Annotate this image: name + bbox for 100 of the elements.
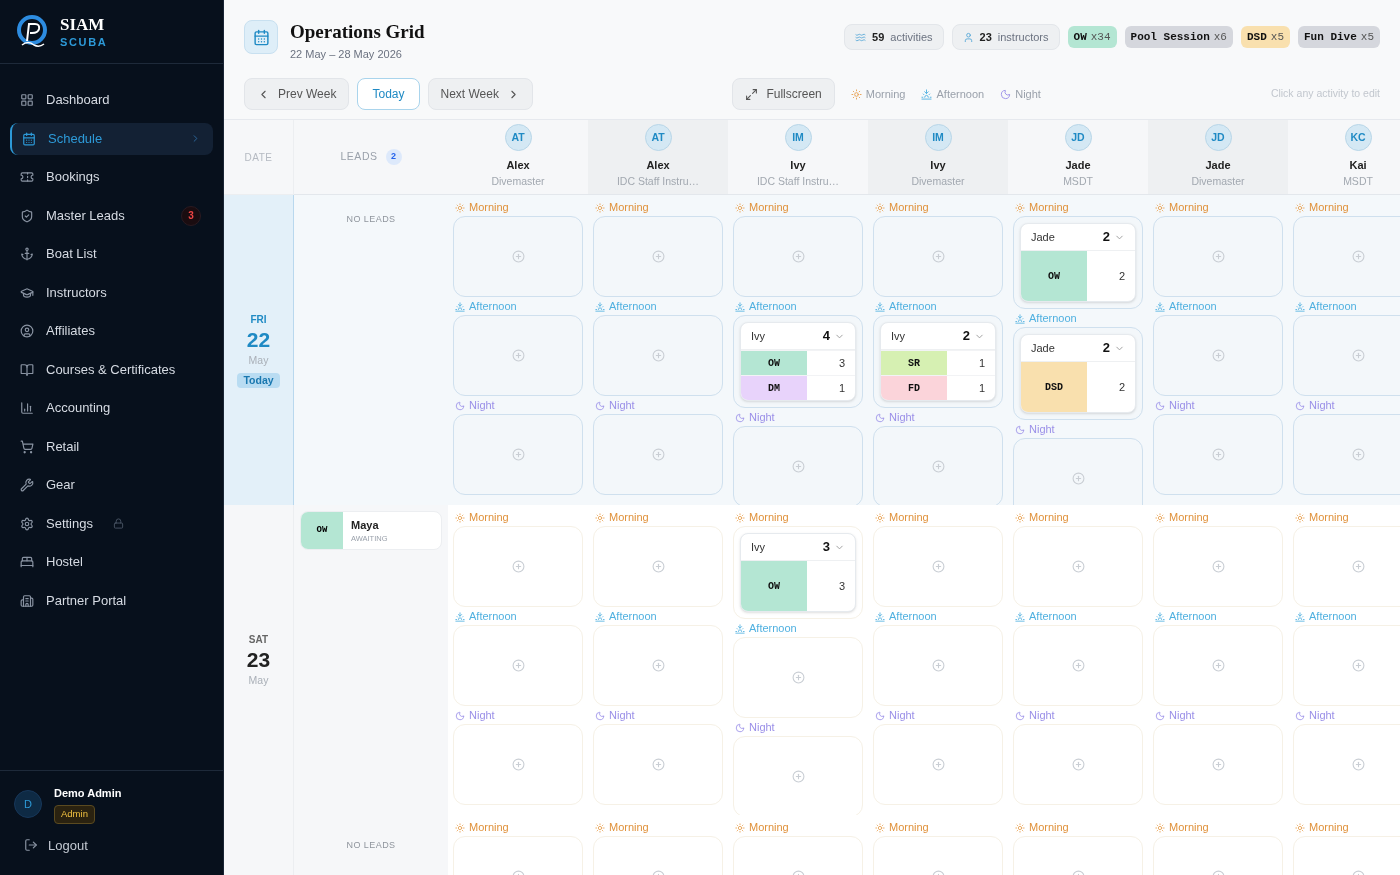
slot-box[interactable]: Jade 2 OW 2 (1013, 216, 1143, 309)
slot-box[interactable] (733, 216, 863, 297)
logout-button[interactable]: Logout (14, 835, 209, 855)
booking-card[interactable]: Ivy 3 OW 3 (740, 533, 856, 612)
slot-box[interactable]: Ivy 3 OW 3 (733, 526, 863, 619)
slot-box[interactable] (593, 315, 723, 396)
add-icon[interactable] (651, 659, 665, 672)
slot-box[interactable] (453, 724, 583, 805)
add-icon[interactable] (791, 770, 805, 783)
slot-box[interactable] (593, 724, 723, 805)
add-icon[interactable] (651, 758, 665, 771)
add-icon[interactable] (511, 349, 525, 362)
sidebar-item[interactable]: Hostel (10, 546, 213, 578)
slot-box[interactable] (593, 526, 723, 607)
add-icon[interactable] (1071, 472, 1085, 485)
slot-box[interactable] (733, 637, 863, 718)
slot-box[interactable] (1013, 724, 1143, 805)
add-icon[interactable] (1211, 448, 1225, 461)
slot-box[interactable] (453, 625, 583, 706)
sidebar-item[interactable]: Courses & Certificates (10, 353, 213, 386)
add-icon[interactable] (651, 448, 665, 461)
add-icon[interactable] (1351, 448, 1365, 461)
sidebar-item[interactable]: Master Leads 3 (10, 199, 213, 232)
slot-box[interactable] (593, 414, 723, 495)
add-icon[interactable] (1211, 349, 1225, 362)
slot-box[interactable] (1293, 216, 1400, 297)
slot-box[interactable] (453, 414, 583, 495)
sidebar-item[interactable]: Affiliates (10, 315, 213, 347)
add-icon[interactable] (511, 560, 525, 573)
add-icon[interactable] (511, 659, 525, 672)
add-icon[interactable] (1351, 349, 1365, 362)
sidebar-item[interactable]: Retail (10, 430, 213, 463)
slot-box[interactable]: Jade 2 DSD 2 (1013, 327, 1143, 420)
sidebar-item[interactable]: Partner Portal (10, 584, 213, 617)
slot-box[interactable] (873, 625, 1003, 706)
slot-box[interactable] (1153, 216, 1283, 297)
slot-box[interactable] (1153, 315, 1283, 396)
add-icon[interactable] (1211, 250, 1225, 263)
add-icon[interactable] (651, 250, 665, 263)
next-week-button[interactable]: Next Week (427, 78, 533, 111)
slot-box[interactable] (873, 526, 1003, 607)
add-icon[interactable] (1071, 560, 1085, 573)
slot-box[interactable] (1293, 724, 1400, 805)
add-icon[interactable] (651, 349, 665, 362)
sidebar-item[interactable]: Accounting (10, 392, 213, 424)
add-icon[interactable] (1211, 560, 1225, 573)
add-icon[interactable] (651, 560, 665, 573)
add-icon[interactable] (1351, 659, 1365, 672)
add-icon[interactable] (511, 250, 525, 263)
slot-box[interactable] (1153, 414, 1283, 495)
slot-box[interactable] (1293, 315, 1400, 396)
add-icon[interactable] (1071, 659, 1085, 672)
slot-box[interactable] (873, 426, 1003, 505)
slot-box[interactable] (1013, 526, 1143, 607)
slot-box[interactable] (1293, 526, 1400, 607)
sidebar-item[interactable]: Settings (10, 507, 213, 540)
sidebar-item[interactable]: Boat List (10, 238, 213, 270)
slot-box[interactable] (1153, 625, 1283, 706)
booking-card[interactable]: Jade 2 OW 2 (1020, 223, 1136, 302)
slot-box[interactable] (453, 526, 583, 607)
slot-box[interactable] (1153, 526, 1283, 607)
sidebar-item[interactable]: Dashboard (10, 84, 213, 116)
sidebar-item[interactable]: Bookings (10, 161, 213, 193)
add-icon[interactable] (1351, 758, 1365, 771)
sidebar-item[interactable]: Schedule (10, 122, 213, 155)
slot-box[interactable]: Ivy 2 SR 1 FD 1 (873, 315, 1003, 408)
slot-box[interactable] (733, 426, 863, 505)
add-icon[interactable] (931, 758, 945, 771)
add-icon[interactable] (1211, 758, 1225, 771)
add-icon[interactable] (791, 250, 805, 263)
slot-box[interactable] (1293, 414, 1400, 495)
add-icon[interactable] (1351, 250, 1365, 263)
add-icon[interactable] (511, 758, 525, 771)
slot-box[interactable] (873, 724, 1003, 805)
slot-box[interactable] (1293, 625, 1400, 706)
slot-box[interactable] (1153, 724, 1283, 805)
slot-box[interactable] (873, 216, 1003, 297)
slot-box[interactable] (733, 736, 863, 815)
add-icon[interactable] (931, 250, 945, 263)
slot-box[interactable] (1013, 438, 1143, 505)
add-icon[interactable] (931, 460, 945, 473)
add-icon[interactable] (1211, 659, 1225, 672)
add-icon[interactable] (511, 448, 525, 461)
booking-card[interactable]: Ivy 2 SR 1 FD 1 (880, 322, 996, 401)
today-button[interactable]: Today (357, 78, 420, 111)
add-icon[interactable] (1071, 758, 1085, 771)
fullscreen-button[interactable]: Fullscreen (732, 78, 835, 111)
add-icon[interactable] (1351, 560, 1365, 573)
add-icon[interactable] (931, 560, 945, 573)
booking-card[interactable]: Ivy 4 OW 3 DM 1 (740, 322, 856, 401)
sidebar-item[interactable]: Gear (10, 469, 213, 501)
slot-box[interactable] (453, 315, 583, 396)
prev-week-button[interactable]: Prev Week (244, 78, 350, 111)
slot-box[interactable] (593, 625, 723, 706)
add-icon[interactable] (791, 671, 805, 684)
add-icon[interactable] (791, 460, 805, 473)
booking-card[interactable]: Jade 2 DSD 2 (1020, 334, 1136, 413)
slot-box[interactable] (593, 216, 723, 297)
sidebar-item[interactable]: Instructors (10, 276, 213, 309)
slot-box[interactable] (453, 216, 583, 297)
